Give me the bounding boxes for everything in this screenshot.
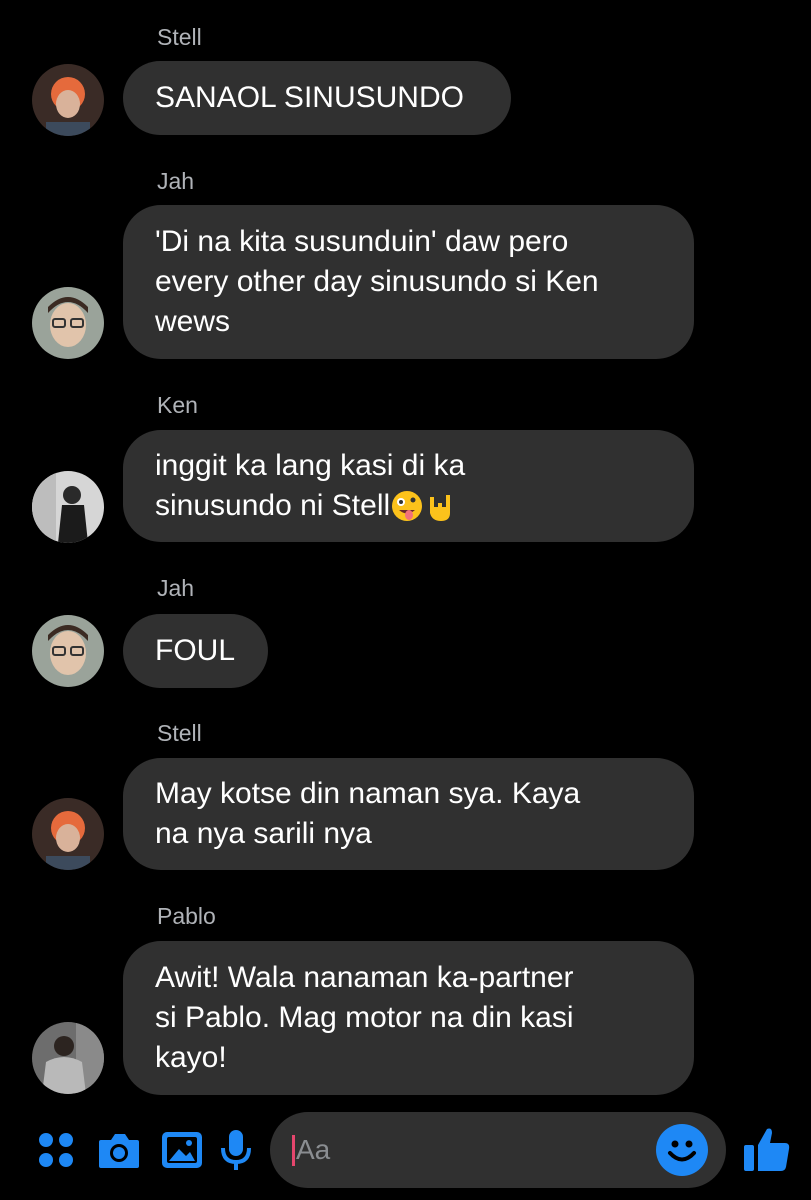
message-line: na nya sarili nya — [155, 817, 372, 850]
thumbs-up-icon[interactable] — [740, 1122, 794, 1176]
message-line: May kotse din naman sya. Kaya — [155, 777, 581, 810]
avatar-ken-grayscale[interactable] — [32, 471, 104, 543]
sender-name: Ken — [157, 392, 198, 418]
sender-name: Jah — [157, 575, 195, 601]
microphone-icon[interactable] — [214, 1128, 258, 1172]
message-line: every other day sinusundo si Ken — [155, 265, 599, 298]
avatar-stell-red-hair[interactable] — [32, 798, 104, 870]
message-line: Awit! Wala nanaman ka-partner — [155, 961, 574, 994]
love-you-gesture-emoji — [430, 495, 451, 521]
message-line: 'Di na kita susunduin' daw pero — [155, 225, 569, 258]
message-line: wews — [155, 305, 231, 338]
message-line: FOUL — [155, 634, 236, 667]
avatar-stell-red-hair[interactable] — [32, 64, 104, 136]
message-bubble[interactable]: inggit ka lang kasi di ka sinusundo ni S… — [123, 430, 694, 542]
message-bubble[interactable]: SANAOL SINUSUNDO — [123, 61, 511, 135]
message-bubble[interactable]: May kotse din naman sya. Kaya na nya sar… — [123, 758, 694, 870]
message-line: kayo! — [155, 1041, 227, 1074]
menu-dots-icon[interactable] — [34, 1128, 78, 1172]
message-line: sinusundo ni Stell — [155, 489, 391, 522]
message-bubble[interactable]: 'Di na kita susunduin' daw pero every ot… — [123, 205, 694, 359]
message-input-placeholder: Aa — [296, 1134, 331, 1165]
chat-thread: Stell SANAOL SINUSUNDO Jah 'Di na kita s… — [0, 0, 811, 1100]
sender-name: Stell — [157, 24, 202, 50]
emoji-icon[interactable] — [656, 1124, 708, 1176]
sender-name: Jah — [157, 168, 195, 194]
gallery-icon[interactable] — [160, 1128, 204, 1172]
message-line: si Pablo. Mag motor na din kasi — [155, 1001, 574, 1034]
camera-icon[interactable] — [97, 1128, 141, 1172]
message-input[interactable]: Aa — [270, 1112, 726, 1188]
zany-face-emoji — [392, 491, 423, 521]
sender-name: Pablo — [157, 903, 216, 929]
message-bubble[interactable]: Awit! Wala nanaman ka-partner si Pablo. … — [123, 941, 694, 1095]
message-bubble[interactable]: FOUL — [123, 614, 268, 688]
message-line: SANAOL SINUSUNDO — [155, 81, 464, 114]
avatar-jah-glasses[interactable] — [32, 615, 104, 687]
text-caret — [292, 1135, 295, 1166]
avatar-pablo[interactable] — [32, 1022, 104, 1094]
message-line: inggit ka lang kasi di ka — [155, 449, 466, 482]
sender-name: Stell — [157, 720, 202, 746]
avatar-jah-glasses[interactable] — [32, 287, 104, 359]
